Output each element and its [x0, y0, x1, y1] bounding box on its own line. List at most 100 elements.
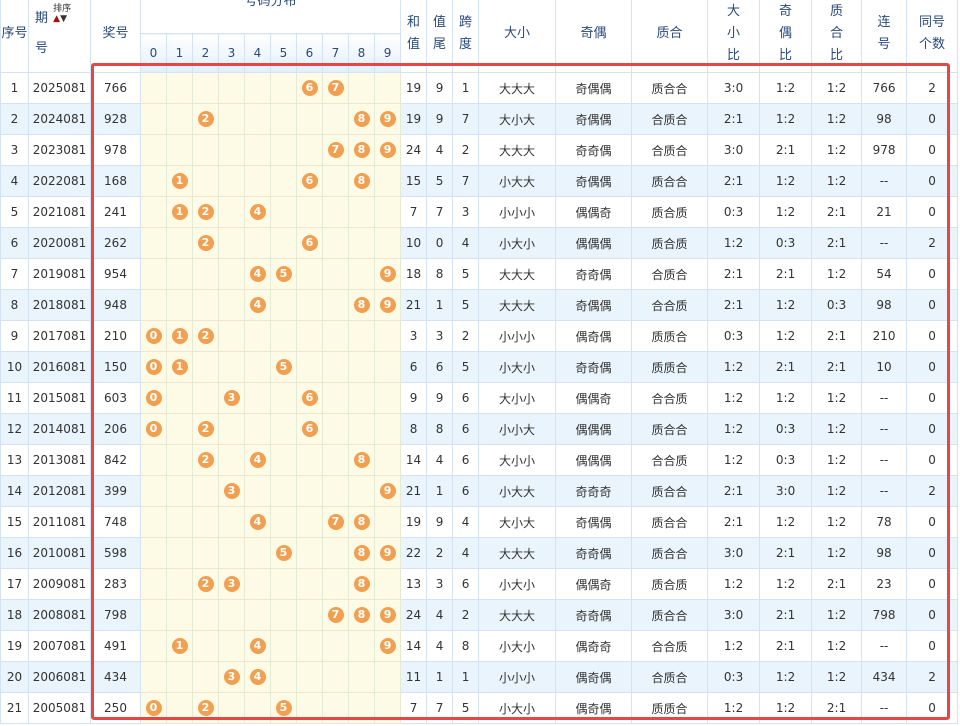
table-row: 122014081206026886小小大偶偶偶质合合1:20:31:2--0 [1, 414, 958, 445]
dist-cell-4 [245, 600, 271, 631]
dist-cell-9: 9 [375, 290, 401, 321]
sort-down-icon[interactable]: ▼ [60, 14, 67, 24]
cell-prize: 766 [91, 73, 141, 104]
cell-seq: 4 [1, 166, 29, 197]
cell-seq: 14 [1, 476, 29, 507]
cell-bigsmall: 小大大 [479, 166, 556, 197]
cell-oe-ratio: 1:2 [760, 104, 812, 135]
cell-oddeven: 奇奇偶 [556, 538, 632, 569]
dist-cell-2: 2 [193, 321, 219, 352]
cell-bs-ratio: 1:2 [708, 383, 760, 414]
number-ball: 0 [146, 390, 162, 406]
cell-oe-ratio: 2:1 [760, 631, 812, 662]
table-row: 1920070814911491448小大小偶奇奇合合质1:22:11:2--0 [1, 631, 958, 662]
cell-seq: 13 [1, 445, 29, 476]
number-ball: 9 [380, 111, 396, 127]
dist-cell-3 [219, 73, 245, 104]
dist-cell-7: 7 [323, 135, 349, 166]
table-row: 1620100815985892224大大大奇奇偶质合合3:02:11:2980 [1, 538, 958, 569]
dist-cell-5: 5 [271, 259, 297, 290]
dist-cell-7 [323, 476, 349, 507]
cell-same: 2 [907, 662, 958, 693]
cell-consec: 78 [862, 507, 907, 538]
dist-cell-5 [271, 631, 297, 662]
cell-oe-ratio: 1:2 [760, 569, 812, 600]
cell-same: 0 [907, 414, 958, 445]
cell-pc-ratio: 1:2 [812, 476, 862, 507]
number-ball: 0 [146, 421, 162, 437]
cell-seq: 20 [1, 662, 29, 693]
dist-cell-8 [349, 228, 375, 259]
number-ball: 4 [250, 638, 266, 654]
dist-cell-8 [349, 631, 375, 662]
sort-toggle[interactable]: 排序▲▼ [53, 4, 71, 24]
cell-pc-ratio: 0:3 [812, 290, 862, 321]
cell-bigsmall: 小大大 [479, 476, 556, 507]
dist-cell-6 [297, 476, 323, 507]
cell-pc-ratio: 2:1 [812, 693, 862, 724]
dist-cell-2 [193, 538, 219, 569]
cell-period: 2011081 [29, 507, 91, 538]
cell-consec: -- [862, 476, 907, 507]
dist-cell-0 [141, 166, 167, 197]
cell-same: 2 [907, 228, 958, 259]
dist-cell-9 [375, 228, 401, 259]
cell-bs-ratio: 3:0 [708, 538, 760, 569]
dist-cell-0 [141, 569, 167, 600]
cell-span: 7 [453, 166, 479, 197]
cell-oe-ratio: 2:1 [760, 135, 812, 166]
cell-period: 2006081 [29, 662, 91, 693]
table-row: 52021081241124773小小小偶偶奇质合质0:31:22:1210 [1, 197, 958, 228]
dist-cell-2 [193, 383, 219, 414]
dist-cell-6 [297, 321, 323, 352]
cell-same: 0 [907, 569, 958, 600]
dist-cell-8: 8 [349, 135, 375, 166]
cell-bigsmall: 小小小 [479, 662, 556, 693]
cell-oe-ratio: 1:2 [760, 693, 812, 724]
number-ball: 2 [198, 452, 214, 468]
cell-pc-ratio: 1:2 [812, 600, 862, 631]
dist-cell-1: 1 [167, 352, 193, 383]
dist-cell-8: 8 [349, 290, 375, 321]
table-row: 92017081210012332小小小偶奇偶质质合0:31:22:12100 [1, 321, 958, 352]
cell-primecomp: 质质合 [632, 352, 708, 383]
cell-tail: 0 [427, 228, 453, 259]
number-ball: 0 [146, 700, 162, 716]
header-seq: 序号 [1, 0, 29, 73]
number-ball: 8 [354, 514, 370, 530]
cell-bs-ratio: 1:2 [708, 693, 760, 724]
cell-same: 0 [907, 352, 958, 383]
cell-tail: 6 [427, 352, 453, 383]
number-ball: 6 [302, 173, 318, 189]
header-digit-0: 0 [141, 34, 167, 73]
dist-cell-3 [219, 631, 245, 662]
table-row: 112015081603036996大小小偶偶奇合合质1:21:21:2--0 [1, 383, 958, 414]
dist-cell-9 [375, 321, 401, 352]
cell-sum: 6 [401, 352, 427, 383]
dist-cell-8 [349, 321, 375, 352]
number-ball: 9 [380, 297, 396, 313]
cell-same: 0 [907, 538, 958, 569]
cell-bigsmall: 大小大 [479, 104, 556, 135]
dist-cell-4: 4 [245, 631, 271, 662]
dist-cell-7 [323, 414, 349, 445]
dist-cell-8: 8 [349, 104, 375, 135]
header-consec: 连号 [862, 0, 907, 73]
dist-cell-9: 9 [375, 259, 401, 290]
cell-consec: 98 [862, 290, 907, 321]
table-row: 1520110817484781994大小大奇偶偶质合合2:11:21:2780 [1, 507, 958, 538]
dist-cell-6 [297, 259, 323, 290]
cell-prize: 283 [91, 569, 141, 600]
number-ball: 1 [172, 173, 188, 189]
dist-cell-5 [271, 166, 297, 197]
dist-cell-4: 4 [245, 445, 271, 476]
cell-bigsmall: 小大小 [479, 569, 556, 600]
header-period[interactable]: 期号 排序▲▼ [29, 0, 91, 73]
number-ball: 3 [224, 576, 240, 592]
cell-consec: 210 [862, 321, 907, 352]
number-ball: 7 [328, 80, 344, 96]
cell-oe-ratio: 0:3 [760, 228, 812, 259]
number-ball: 1 [172, 328, 188, 344]
dist-cell-3 [219, 352, 245, 383]
cell-seq: 10 [1, 352, 29, 383]
